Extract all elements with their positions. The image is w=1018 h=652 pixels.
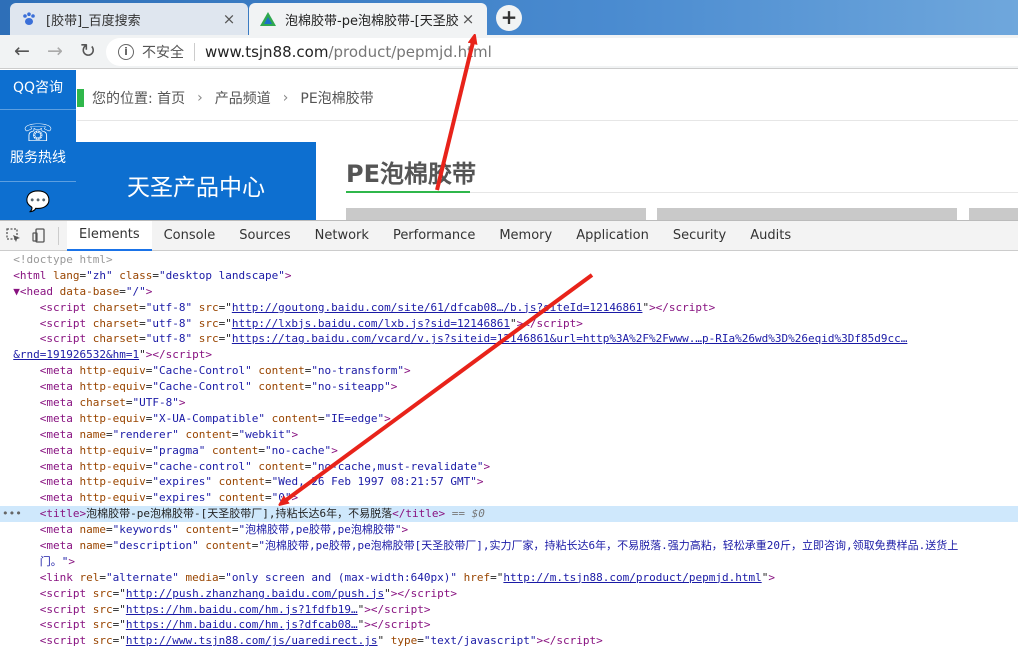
back-button[interactable]: ←	[10, 40, 34, 64]
script-link[interactable]: https://hm.baidu.com/hm.js?dfcab08…	[126, 618, 358, 631]
title-underline	[346, 191, 470, 193]
message-button[interactable]: 💬	[0, 183, 76, 220]
dom-node[interactable]: &rnd=191926532&hm=1"></script>	[0, 347, 1018, 363]
dom-node[interactable]: <!doctype html>	[0, 252, 1018, 268]
hotline-button[interactable]: ☏ 服务热线	[0, 111, 76, 182]
dom-node[interactable]: <script charset="utf-8" src="http://gout…	[0, 300, 1018, 316]
product-thumbnail[interactable]	[657, 208, 957, 220]
reload-button[interactable]: ↻	[76, 40, 100, 64]
devtools-panel: Elements Console Sources Network Perform…	[0, 220, 1018, 652]
breadcrumb-marker	[77, 89, 84, 107]
site-logo-icon	[259, 10, 277, 28]
dom-node[interactable]: <meta http-equiv="Cache-Control" content…	[0, 363, 1018, 379]
tab-audits[interactable]: Audits	[738, 221, 803, 251]
tab-application[interactable]: Application	[564, 221, 661, 251]
dom-node[interactable]: <script src="https://hm.baidu.com/hm.js?…	[0, 617, 1018, 633]
dom-node[interactable]: <meta http-equiv="expires" content="Wed,…	[0, 474, 1018, 490]
breadcrumb-prefix: 您的位置:	[92, 91, 153, 107]
chevron-right-icon: ›	[197, 90, 203, 106]
tab-network[interactable]: Network	[303, 221, 381, 251]
security-status[interactable]: 不安全	[142, 42, 184, 62]
product-thumbnail[interactable]	[969, 208, 1018, 220]
new-tab-button[interactable]: +	[496, 5, 522, 31]
category-title: 天圣产品中心	[76, 142, 316, 220]
dom-node[interactable]: <meta name="description" content="泡棉胶带,p…	[0, 538, 1018, 554]
devtools-tab-bar: Elements Console Sources Network Perform…	[0, 220, 1018, 251]
dom-node[interactable]: <meta name="keywords" content="泡棉胶带,pe胶带…	[0, 522, 1018, 538]
breadcrumb-current: PE泡棉胶带	[300, 91, 374, 107]
address-bar[interactable]: i 不安全 www.tsjn88.com/product/pepmjd.html	[106, 38, 1018, 66]
device-toolbar-icon[interactable]	[26, 221, 52, 251]
dom-node-title-selected[interactable]: ••• <title>泡棉胶带-pe泡棉胶带-[天圣胶带厂],持粘长达6年，不易…	[0, 506, 1018, 523]
dom-node[interactable]: <script src="http://www.tsjn88.com/js/ua…	[0, 633, 1018, 649]
divider	[77, 120, 1018, 121]
browser-tab-strip: [胶带]_百度搜索 × 泡棉胶带-pe泡棉胶带-[天圣胶带 × +	[0, 0, 1018, 35]
tab-baidu-search[interactable]: [胶带]_百度搜索 ×	[10, 3, 248, 35]
dom-node[interactable]: <meta http-equiv="X-UA-Compatible" conte…	[0, 411, 1018, 427]
page-viewport: QQ咨询 ☏ 服务热线 💬 您的位置: 首页 › 产品频道 › PE泡棉胶带 天…	[0, 70, 1018, 220]
phone-icon: ☏	[22, 119, 53, 147]
tab-title: [胶带]_百度搜索	[46, 13, 141, 29]
floating-contact-bar: QQ咨询 ☏ 服务热线 💬	[0, 70, 76, 220]
dom-node[interactable]: <script charset="utf-8" src="https://tag…	[0, 331, 1018, 347]
tab-elements[interactable]: Elements	[67, 220, 152, 251]
dom-node[interactable]: <meta http-equiv="expires" content="0">	[0, 490, 1018, 506]
dom-tree: <!doctype html> <html lang="zh" class="d…	[0, 252, 1018, 652]
dom-node[interactable]: <link rel="alternate" media="only screen…	[0, 570, 1018, 586]
tab-title: 泡棉胶带-pe泡棉胶带-[天圣胶带	[285, 13, 459, 29]
dom-node[interactable]: <script src="http://push.zhanzhang.baidu…	[0, 586, 1018, 602]
title-text: 泡棉胶带-pe泡棉胶带-[天圣胶带厂],持粘长达6年，不易脱落	[86, 507, 393, 521]
url-host: www.tsjn88.com	[205, 43, 329, 61]
script-link[interactable]: https://tag.baidu.com/vcard/v.js?siteid=…	[232, 332, 908, 345]
dom-node[interactable]: <script src="https://hm.baidu.com/hm.js?…	[0, 602, 1018, 618]
divider	[194, 43, 195, 61]
baidu-paw-icon	[20, 10, 38, 28]
dom-node[interactable]: <meta http-equiv="cache-control" content…	[0, 459, 1018, 475]
close-icon[interactable]: ×	[459, 10, 477, 28]
inspect-element-icon[interactable]	[0, 221, 26, 251]
tab-memory[interactable]: Memory	[487, 221, 564, 251]
breadcrumb-home[interactable]: 首页	[157, 88, 185, 108]
dom-node[interactable]: <meta charset="UTF-8">	[0, 395, 1018, 411]
chevron-right-icon: ›	[282, 90, 289, 106]
dom-node[interactable]: <script charset="utf-8" src="http://lxbj…	[0, 316, 1018, 332]
tab-performance[interactable]: Performance	[381, 221, 487, 251]
tab-console[interactable]: Console	[152, 221, 228, 251]
qq-consult-button[interactable]: QQ咨询	[0, 70, 76, 110]
divider	[58, 226, 59, 245]
divider	[470, 192, 1018, 193]
close-icon[interactable]: ×	[220, 10, 238, 28]
tab-sources[interactable]: Sources	[227, 221, 302, 251]
hotline-label: 服务热线	[10, 150, 66, 166]
info-icon[interactable]: i	[118, 44, 134, 60]
chat-bubble-icon: 💬	[25, 189, 51, 213]
browser-toolbar: ← → ↻ i 不安全 www.tsjn88.com/product/pepmj…	[0, 35, 1018, 69]
forward-button[interactable]: →	[43, 40, 67, 64]
tab-security[interactable]: Security	[661, 221, 738, 251]
dom-node[interactable]: <meta http-equiv="Cache-Control" content…	[0, 379, 1018, 395]
dom-node[interactable]: ▼<head data-base="/">	[0, 284, 1018, 300]
dom-node[interactable]: <html lang="zh" class="desktop landscape…	[0, 268, 1018, 284]
alternate-link[interactable]: http://m.tsjn88.com/product/pepmjd.html	[503, 571, 761, 584]
dom-node[interactable]: 门。">	[0, 554, 1018, 570]
more-icon[interactable]: •••	[2, 506, 22, 522]
script-link[interactable]: https://hm.baidu.com/hm.js?1fdfb19…	[126, 603, 358, 616]
dom-node[interactable]: <meta http-equiv="pragma" content="no-ca…	[0, 443, 1018, 459]
breadcrumb-channel[interactable]: 产品频道	[215, 88, 271, 108]
url-path: /product/pepmjd.html	[328, 43, 492, 61]
tab-tsjn-product[interactable]: 泡棉胶带-pe泡棉胶带-[天圣胶带 ×	[249, 3, 487, 35]
script-link[interactable]: http://push.zhanzhang.baidu.com/push.js	[126, 587, 384, 600]
product-thumbnail[interactable]	[346, 208, 646, 220]
dom-node[interactable]: <meta name="renderer" content="webkit">	[0, 427, 1018, 443]
page-title: PE泡棉胶带	[346, 160, 476, 188]
script-link[interactable]: http://goutong.baidu.com/site/61/dfcab08…	[232, 301, 643, 314]
breadcrumb: 您的位置: 首页 › 产品频道 › PE泡棉胶带	[77, 87, 1017, 109]
script-link[interactable]: http://www.tsjn88.com/js/uaredirect.js	[126, 634, 378, 647]
script-link[interactable]: http://lxbjs.baidu.com/lxb.js?sid=121468…	[232, 317, 510, 330]
